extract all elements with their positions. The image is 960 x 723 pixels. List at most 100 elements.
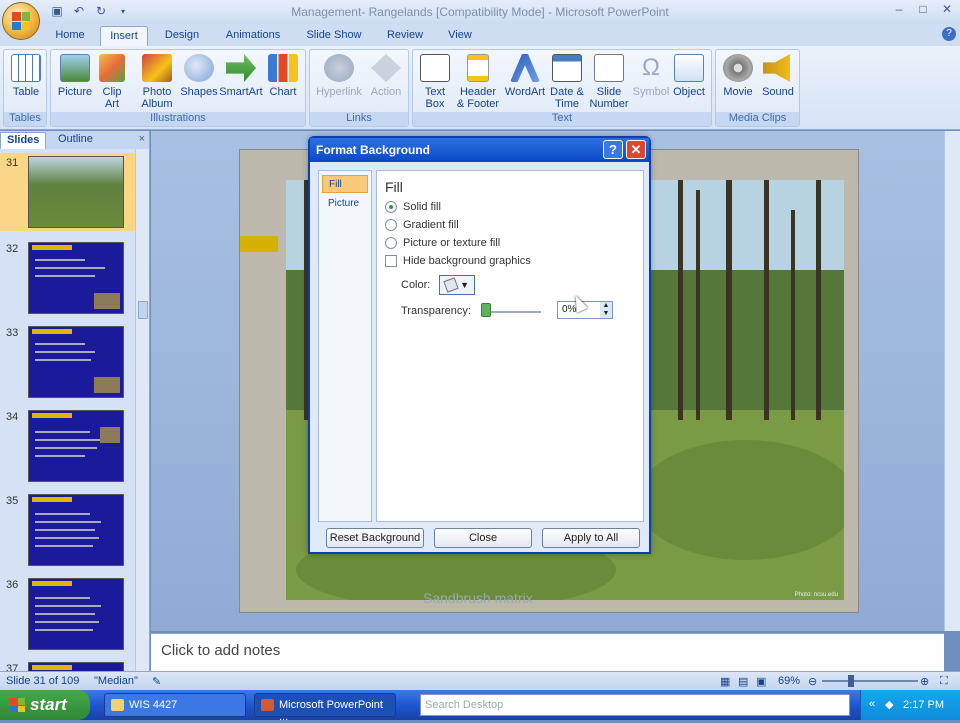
- zoom-slider[interactable]: [822, 680, 918, 682]
- help-icon[interactable]: ?: [942, 27, 956, 41]
- tray-arrow-icon[interactable]: «: [869, 698, 875, 710]
- slide-thumbnail[interactable]: 34: [0, 407, 135, 485]
- chart-button[interactable]: Chart: [263, 54, 303, 98]
- gradient-fill-option[interactable]: Gradient fill: [385, 219, 459, 231]
- taskbar-folder-wis4427[interactable]: WIS 4427: [104, 693, 246, 717]
- transparency-slider[interactable]: [485, 311, 541, 313]
- slide-thumbnail[interactable]: 37: [0, 659, 135, 671]
- picture-icon: [60, 54, 90, 82]
- slide-number: 33: [6, 327, 19, 339]
- reset-background-button[interactable]: Reset Background: [326, 528, 424, 548]
- hide-background-checkbox[interactable]: [385, 255, 397, 267]
- desktop-search-input[interactable]: Search Desktop: [420, 694, 850, 716]
- shapes-icon: [184, 54, 214, 82]
- nav-picture[interactable]: Picture: [322, 195, 368, 213]
- gradient-fill-radio[interactable]: [385, 219, 397, 231]
- network-icon[interactable]: ◆: [885, 698, 893, 711]
- tab-outline[interactable]: Outline: [52, 132, 99, 149]
- slide-thumbnail[interactable]: 33: [0, 323, 135, 401]
- date-time-button[interactable]: Date & Time: [547, 54, 587, 110]
- table-icon: [11, 54, 41, 82]
- maximize-button[interactable]: □: [916, 2, 930, 16]
- office-button[interactable]: [2, 2, 40, 40]
- tab-insert[interactable]: Insert: [100, 26, 148, 46]
- hyperlink-button[interactable]: Hyperlink: [314, 54, 364, 98]
- dialog-help-icon[interactable]: ?: [603, 140, 623, 159]
- photo-album-button[interactable]: Photo Album: [135, 54, 179, 110]
- tab-home[interactable]: Home: [48, 26, 92, 46]
- slide-thumbnail-image: [28, 156, 124, 228]
- editing-area-scrollbar[interactable]: [944, 131, 960, 631]
- sound-button[interactable]: Sound: [758, 54, 798, 98]
- slide-show-icon[interactable]: ▣: [756, 675, 766, 688]
- dialog-close-icon[interactable]: ✕: [626, 140, 646, 159]
- solid-fill-option[interactable]: Solid fill: [385, 201, 441, 213]
- tab-design[interactable]: Design: [156, 26, 208, 46]
- shapes-button[interactable]: Shapes: [179, 54, 219, 98]
- slides-pane-scrollbar[interactable]: [135, 149, 149, 671]
- spell-check-icon[interactable]: ✎: [152, 675, 161, 688]
- theme-name: "Median": [94, 675, 138, 687]
- slide-thumbnail[interactable]: 36: [0, 575, 135, 653]
- scrollbar-thumb[interactable]: [138, 301, 148, 319]
- status-bar: Slide 31 of 109 "Median" ✎ ▦ ▤ ▣ 69% ⊖ ⊕…: [0, 671, 960, 690]
- wordart-button[interactable]: WordArt: [503, 54, 547, 98]
- tab-view[interactable]: View: [440, 26, 480, 46]
- picture-button[interactable]: Picture: [55, 54, 95, 98]
- solid-fill-radio[interactable]: [385, 201, 397, 213]
- slide-thumbnail-image: [28, 662, 124, 671]
- taskbar-powerpoint[interactable]: Microsoft PowerPoint ...: [254, 693, 396, 723]
- text-box-button[interactable]: Text Box: [415, 54, 455, 110]
- slide-number: 34: [6, 411, 19, 423]
- slide-thumbnail[interactable]: 35: [0, 491, 135, 569]
- color-picker-button[interactable]: ▼: [439, 275, 475, 295]
- close-button[interactable]: ✕: [940, 2, 954, 16]
- group-label-tables: Tables: [4, 112, 46, 126]
- spinner-arrows-icon[interactable]: ▲ ▼: [600, 302, 612, 318]
- picture-fill-radio[interactable]: [385, 237, 397, 249]
- zoom-in-icon[interactable]: ⊕: [920, 675, 929, 688]
- transparency-slider-thumb[interactable]: [481, 303, 491, 317]
- ribbon-tabs: Home Insert Design Animations Slide Show…: [0, 24, 960, 46]
- object-button[interactable]: Object: [669, 54, 709, 98]
- zoom-level[interactable]: 69%: [778, 675, 800, 687]
- minimize-button[interactable]: –: [892, 2, 906, 16]
- slide-thumbnail[interactable]: 32: [0, 239, 135, 317]
- dialog-title-bar[interactable]: Format Background ? ✕: [310, 138, 649, 162]
- nav-fill[interactable]: Fill: [322, 175, 368, 193]
- dialog-title: Format Background: [316, 143, 431, 157]
- slide-thumbnail[interactable]: 31: [0, 153, 135, 231]
- start-button[interactable]: start: [0, 690, 90, 720]
- zoom-slider-thumb[interactable]: [848, 675, 854, 687]
- apply-to-all-button[interactable]: Apply to All: [542, 528, 640, 548]
- tab-slide-show[interactable]: Slide Show: [300, 26, 368, 46]
- table-button[interactable]: Table: [6, 54, 46, 98]
- paint-bucket-icon: [443, 277, 459, 293]
- fit-to-window-icon[interactable]: ⛶: [940, 675, 948, 688]
- search-icon[interactable]: ⌕: [834, 698, 841, 713]
- zoom-out-icon[interactable]: ⊖: [808, 675, 817, 688]
- smartart-button[interactable]: SmartArt: [219, 54, 263, 98]
- format-background-dialog: Format Background ? ✕ Fill Picture Fill …: [308, 136, 651, 554]
- slide-count: Slide 31 of 109: [6, 675, 80, 687]
- slide-number-button[interactable]: Slide Number: [587, 54, 631, 110]
- hide-background-option[interactable]: Hide background graphics: [385, 255, 531, 267]
- symbol-button[interactable]: Ω Symbol: [631, 54, 671, 98]
- group-label-media-clips: Media Clips: [716, 112, 799, 126]
- tab-animations[interactable]: Animations: [218, 26, 288, 46]
- notes-pane[interactable]: Click to add notes: [151, 633, 944, 671]
- ribbon: Table Tables Picture Clip Art Photo Albu…: [0, 46, 960, 130]
- speaker-icon: [763, 54, 790, 82]
- header-footer-button[interactable]: Header & Footer: [455, 54, 501, 110]
- action-button[interactable]: Action: [366, 54, 406, 98]
- clip-art-button[interactable]: Clip Art: [95, 54, 129, 110]
- dialog-close-button[interactable]: Close: [434, 528, 532, 548]
- dialog-nav: Fill Picture: [318, 170, 372, 522]
- close-pane-icon[interactable]: ×: [139, 133, 145, 145]
- tab-slides[interactable]: Slides: [0, 132, 47, 149]
- tab-review[interactable]: Review: [380, 26, 430, 46]
- normal-view-icon[interactable]: ▦: [720, 675, 730, 688]
- movie-button[interactable]: Movie: [718, 54, 758, 98]
- picture-fill-option[interactable]: Picture or texture fill: [385, 237, 500, 249]
- slide-sorter-icon[interactable]: ▤: [738, 675, 748, 688]
